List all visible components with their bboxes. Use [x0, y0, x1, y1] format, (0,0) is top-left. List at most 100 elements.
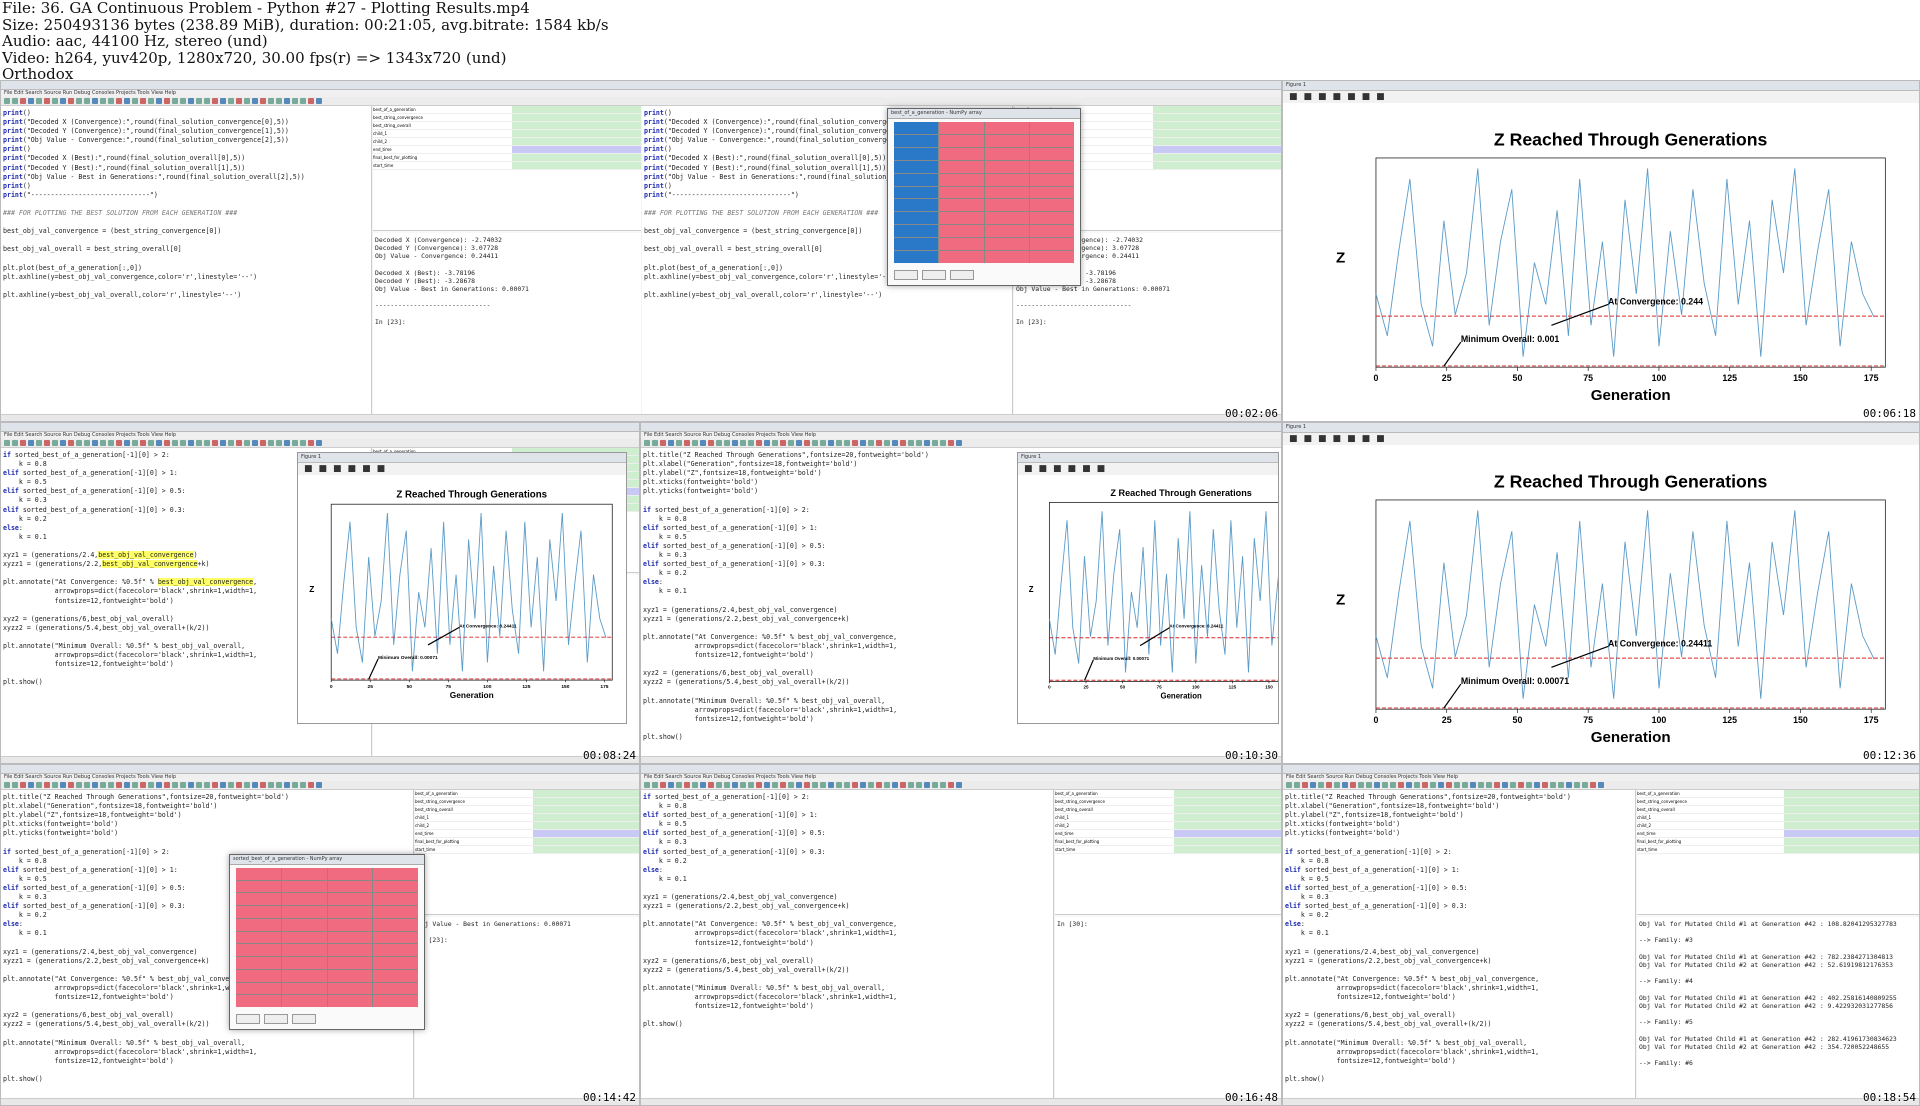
toolbar-icon[interactable]: [692, 782, 698, 788]
menu-bar[interactable]: File Edit Search Source Run Debug Consol…: [1, 432, 639, 439]
array-cell[interactable]: [236, 995, 281, 1007]
array-cell[interactable]: [1029, 225, 1074, 238]
array-cell[interactable]: [894, 122, 939, 134]
toolbar-icon[interactable]: [12, 440, 18, 446]
variable-row[interactable]: best_string_convergence: [1637, 798, 1919, 806]
configure-icon[interactable]: ■: [1362, 434, 1371, 444]
toolbar-icon[interactable]: [932, 782, 938, 788]
toolbar-icon[interactable]: [788, 782, 794, 788]
array-cell[interactable]: [894, 212, 939, 225]
toolbar-icon[interactable]: [932, 440, 938, 446]
toolbar-icon[interactable]: [868, 782, 874, 788]
back-icon[interactable]: ■: [1304, 92, 1313, 102]
toolbar-icon[interactable]: [668, 782, 674, 788]
toolbar-icon[interactable]: [1510, 782, 1516, 788]
array-cell[interactable]: [373, 868, 418, 880]
array-cell[interactable]: [236, 957, 281, 969]
variable-row[interactable]: start_time: [1055, 846, 1281, 854]
toolbar-icon[interactable]: [236, 782, 242, 788]
toolbar-icon[interactable]: [108, 440, 114, 446]
array-cell[interactable]: [1029, 251, 1074, 263]
variable-row[interactable]: best_string_convergence: [373, 114, 641, 122]
toolbar-icon[interactable]: [292, 98, 298, 104]
toolbar-icon[interactable]: [940, 440, 946, 446]
ipython-console[interactable]: Obj Val for Mutated Child #1 at Generati…: [1637, 916, 1919, 1099]
toolbar-icon[interactable]: [644, 440, 650, 446]
variable-row[interactable]: start_time: [415, 846, 639, 854]
toolbar-icon[interactable]: [948, 782, 954, 788]
toolbar-icon[interactable]: [716, 782, 722, 788]
toolbar-icon[interactable]: [844, 782, 850, 788]
toolbar-icon[interactable]: [956, 782, 962, 788]
toolbar-icon[interactable]: [860, 782, 866, 788]
toolbar-icon[interactable]: [1470, 782, 1476, 788]
toolbar-icon[interactable]: [20, 98, 26, 104]
numpy-array-viewer[interactable]: best_of_a_generation - NumPy array: [887, 108, 1081, 286]
zoom-icon[interactable]: ■: [1347, 434, 1356, 444]
toolbar-icon[interactable]: [1318, 782, 1324, 788]
array-cell[interactable]: [373, 906, 418, 918]
toolbar-icon[interactable]: [804, 440, 810, 446]
toolbar-icon[interactable]: [316, 782, 322, 788]
toolbar-icon[interactable]: [732, 440, 738, 446]
pan-icon[interactable]: ■: [1333, 92, 1342, 102]
array-cell[interactable]: [327, 893, 373, 906]
array-cell[interactable]: [281, 868, 327, 880]
toolbar-icon[interactable]: [780, 782, 786, 788]
toolbar-icon[interactable]: [676, 782, 682, 788]
toolbar-icon[interactable]: [916, 440, 922, 446]
array-cell[interactable]: [984, 160, 1029, 173]
toolbar-icon[interactable]: [188, 782, 194, 788]
toolbar-icon[interactable]: [204, 440, 210, 446]
array-cell[interactable]: [1029, 212, 1074, 225]
pan-icon[interactable]: ■: [1068, 464, 1077, 474]
toolbar-icon[interactable]: [228, 782, 234, 788]
toolbar-icon[interactable]: [940, 782, 946, 788]
toolbar-icon[interactable]: [916, 782, 922, 788]
forward-icon[interactable]: ■: [1318, 92, 1327, 102]
toolbar-icon[interactable]: [700, 440, 706, 446]
toolbar-icon[interactable]: [60, 782, 66, 788]
toolbar-icon[interactable]: [172, 782, 178, 788]
zoom-icon[interactable]: ■: [362, 464, 371, 474]
variable-row[interactable]: child_2: [415, 822, 639, 830]
toolbar-icon[interactable]: [68, 98, 74, 104]
toolbar-icon[interactable]: [188, 440, 194, 446]
toolbar-icon[interactable]: [252, 98, 258, 104]
toolbar-icon[interactable]: [44, 782, 50, 788]
toolbar-icon[interactable]: [252, 440, 258, 446]
array-cell[interactable]: [894, 186, 939, 199]
toolbar-icon[interactable]: [1454, 782, 1460, 788]
array-cell[interactable]: [984, 122, 1029, 134]
toolbar-icon[interactable]: [1342, 782, 1348, 788]
toolbar-icon[interactable]: [692, 440, 698, 446]
toolbar-icon[interactable]: [908, 782, 914, 788]
toolbar-icon[interactable]: [108, 782, 114, 788]
toolbar-icon[interactable]: [1374, 782, 1380, 788]
toolbar-icon[interactable]: [212, 782, 218, 788]
toolbar-icon[interactable]: [748, 440, 754, 446]
forward-icon[interactable]: ■: [1053, 464, 1062, 474]
code-editor[interactable]: if sorted_best_of_a_generation[-1][0] > …: [641, 790, 1054, 1099]
array-cell[interactable]: [894, 251, 939, 263]
toolbar-icon[interactable]: [852, 782, 858, 788]
toolbar-icon[interactable]: [140, 440, 146, 446]
variable-row[interactable]: child_2: [1055, 822, 1281, 830]
variable-row[interactable]: final_best_for_plotting: [1637, 838, 1919, 846]
back-icon[interactable]: ■: [1039, 464, 1048, 474]
array-cell[interactable]: [1029, 186, 1074, 199]
variable-row[interactable]: best_string_overall: [1055, 806, 1281, 814]
toolbar-icon[interactable]: [84, 782, 90, 788]
toolbar-icon[interactable]: [132, 782, 138, 788]
toolbar-icon[interactable]: [876, 782, 882, 788]
array-cell[interactable]: [939, 238, 984, 251]
toolbar-icon[interactable]: [156, 98, 162, 104]
array-cell[interactable]: [1029, 122, 1074, 134]
toolbar-icon[interactable]: [180, 98, 186, 104]
toolbar-icon[interactable]: [724, 440, 730, 446]
toolbar-icon[interactable]: [124, 98, 130, 104]
array-cell[interactable]: [1029, 199, 1074, 212]
save-icon[interactable]: ■: [1376, 434, 1385, 444]
toolbar-icon[interactable]: [316, 440, 322, 446]
toolbar-icon[interactable]: [684, 782, 690, 788]
